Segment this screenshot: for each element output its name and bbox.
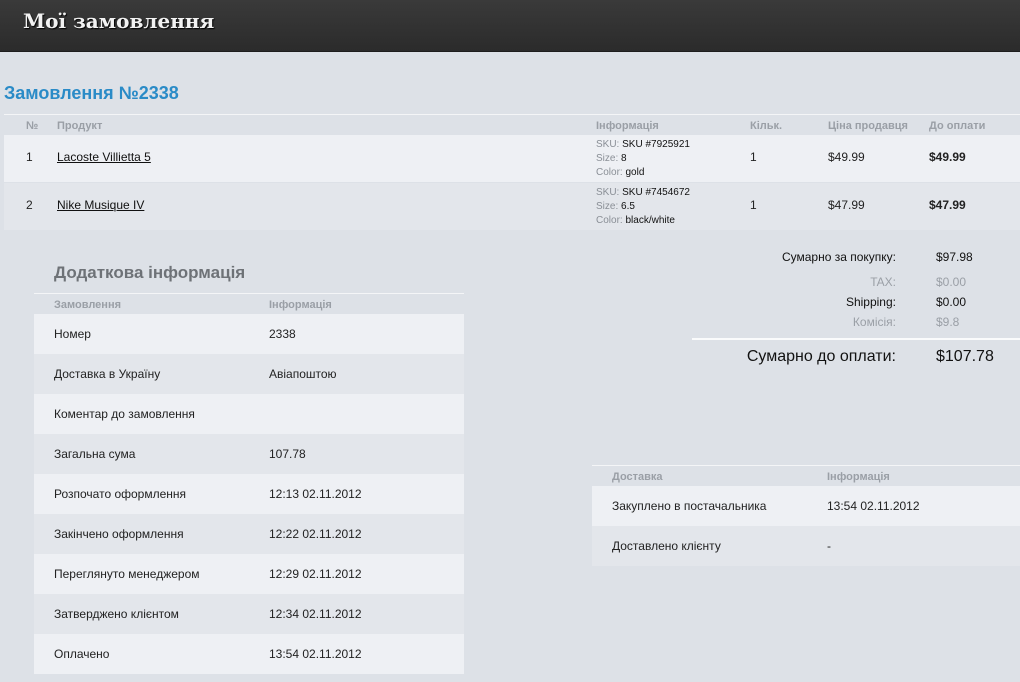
- grand-total-label: Сумарно до оплати:: [746, 348, 896, 365]
- info-key: Закінчено оформлення: [54, 527, 184, 541]
- shipping-value: $0.00: [936, 295, 967, 309]
- product-num: 1: [26, 150, 33, 164]
- additional-info-table: Замовлення Інформація Номер 2338 Доставка…: [34, 293, 464, 674]
- product-price: $47.99: [828, 198, 865, 212]
- tax-value: $0.00: [936, 275, 967, 289]
- color-value: gold: [625, 167, 645, 178]
- info-value: 107.78: [269, 447, 306, 461]
- table-row: Закінчено оформлення 12:22 02.11.2012: [34, 514, 464, 554]
- info-value: 13:54 02.11.2012: [269, 647, 362, 661]
- info-value: 12:34 02.11.2012: [269, 607, 362, 621]
- subtotal-value: $97.98: [936, 250, 973, 264]
- product-price: $49.99: [828, 150, 865, 164]
- totals-block: Сумарно за покупку: $97.98 TAX: $0.00 Sh…: [692, 250, 1020, 335]
- product-row: 1 Lacoste Villietta 5 SKU: SKU #7925921 …: [4, 135, 1020, 183]
- info-value: 12:22 02.11.2012: [269, 527, 362, 541]
- info-key: Оплачено: [54, 647, 110, 661]
- info-value: 12:29 02.11.2012: [269, 567, 362, 581]
- table-row: Затверджено клієнтом 12:34 02.11.2012: [34, 594, 464, 634]
- fee-label: Комісія:: [852, 315, 896, 329]
- additional-info-header: Замовлення Інформація: [34, 293, 464, 314]
- color-label: Color:: [596, 215, 623, 226]
- col-order: Замовлення: [54, 299, 122, 311]
- table-row: Розпочато оформлення 12:13 02.11.2012: [34, 474, 464, 514]
- info-key: Коментар до замовлення: [54, 407, 195, 421]
- info-key: Доставка в Україну: [54, 367, 161, 381]
- product-info: SKU: SKU #7925921 Size: 8 Color: gold: [596, 138, 690, 180]
- products-table: № Продукт Інформація Кільк. Ціна продавц…: [4, 114, 1020, 231]
- size-value: 8: [621, 153, 627, 164]
- product-link[interactable]: Nike Musique IV: [57, 198, 144, 212]
- table-row: Коментар до замовлення: [34, 394, 464, 434]
- info-key: Загальна сума: [54, 447, 136, 461]
- size-value: 6.5: [621, 201, 635, 212]
- size-label: Size:: [596, 201, 619, 212]
- shipping-label: Shipping:: [845, 295, 896, 309]
- info-key: Переглянуто менеджером: [54, 567, 200, 581]
- product-info: SKU: SKU #7454672 Size: 6.5 Color: black…: [596, 186, 690, 228]
- table-row: Доставлено клієнту -: [592, 526, 1020, 566]
- product-num: 2: [26, 198, 33, 212]
- order-title: Замовлення №2338: [4, 83, 179, 103]
- tax-label: TAX:: [870, 275, 896, 289]
- product-pay: $47.99: [929, 198, 966, 212]
- product-qty: 1: [750, 150, 757, 164]
- table-row: Переглянуто менеджером 12:29 02.11.2012: [34, 554, 464, 594]
- col-qty: Кільк.: [750, 120, 783, 132]
- table-row: Загальна сума 107.78: [34, 434, 464, 474]
- product-row: 2 Nike Musique IV SKU: SKU #7454672 Size…: [4, 183, 1020, 231]
- delivery-key: Доставлено клієнту: [612, 539, 721, 553]
- sku-value: SKU #7454672: [622, 187, 690, 198]
- delivery-value: 13:54 02.11.2012: [827, 499, 920, 513]
- sku-label: SKU:: [596, 187, 620, 198]
- info-key: Номер: [54, 327, 91, 341]
- table-row: Оплачено 13:54 02.11.2012: [34, 634, 464, 674]
- totals-divider: [692, 338, 1020, 340]
- delivery-value: -: [827, 539, 831, 553]
- info-key: Розпочато оформлення: [54, 487, 187, 501]
- col-product: Продукт: [57, 120, 103, 132]
- top-bar: Мої замовлення: [0, 0, 1020, 52]
- delivery-table: Доставка Інформація Закуплено в постачал…: [592, 465, 1020, 566]
- color-value: black/white: [625, 215, 675, 226]
- col-information: Інформація: [827, 471, 890, 483]
- fee-value: $9.8: [936, 315, 960, 329]
- table-row: Номер 2338: [34, 314, 464, 354]
- additional-info-title: Додаткова інформація: [54, 263, 246, 282]
- col-price: Ціна продавця: [828, 120, 908, 132]
- product-pay: $49.99: [929, 150, 966, 164]
- size-label: Size:: [596, 153, 619, 164]
- info-key: Затверджено клієнтом: [54, 607, 179, 621]
- col-delivery: Доставка: [612, 471, 663, 483]
- info-value: 2338: [269, 327, 296, 341]
- col-pay: До оплати: [929, 120, 986, 132]
- col-info: Інформація: [596, 120, 659, 132]
- info-value: Авіапоштою: [269, 367, 337, 381]
- delivery-table-header: Доставка Інформація: [592, 465, 1020, 486]
- page-title: Мої замовлення: [23, 9, 215, 33]
- info-value: 12:13 02.11.2012: [269, 487, 362, 501]
- table-row: Доставка в Україну Авіапоштою: [34, 354, 464, 394]
- sku-value: SKU #7925921: [622, 139, 690, 150]
- grand-total-value: $107.78: [936, 348, 994, 365]
- col-information: Інформація: [269, 299, 332, 311]
- products-table-header: № Продукт Інформація Кільк. Ціна продавц…: [4, 114, 1020, 135]
- color-label: Color:: [596, 167, 623, 178]
- delivery-key: Закуплено в постачальника: [612, 499, 767, 513]
- sku-label: SKU:: [596, 139, 620, 150]
- col-num: №: [26, 120, 39, 132]
- subtotal-label: Сумарно за покупку:: [781, 250, 896, 264]
- table-row: Закуплено в постачальника 13:54 02.11.201…: [592, 486, 1020, 526]
- product-qty: 1: [750, 198, 757, 212]
- product-link[interactable]: Lacoste Villietta 5: [57, 150, 151, 164]
